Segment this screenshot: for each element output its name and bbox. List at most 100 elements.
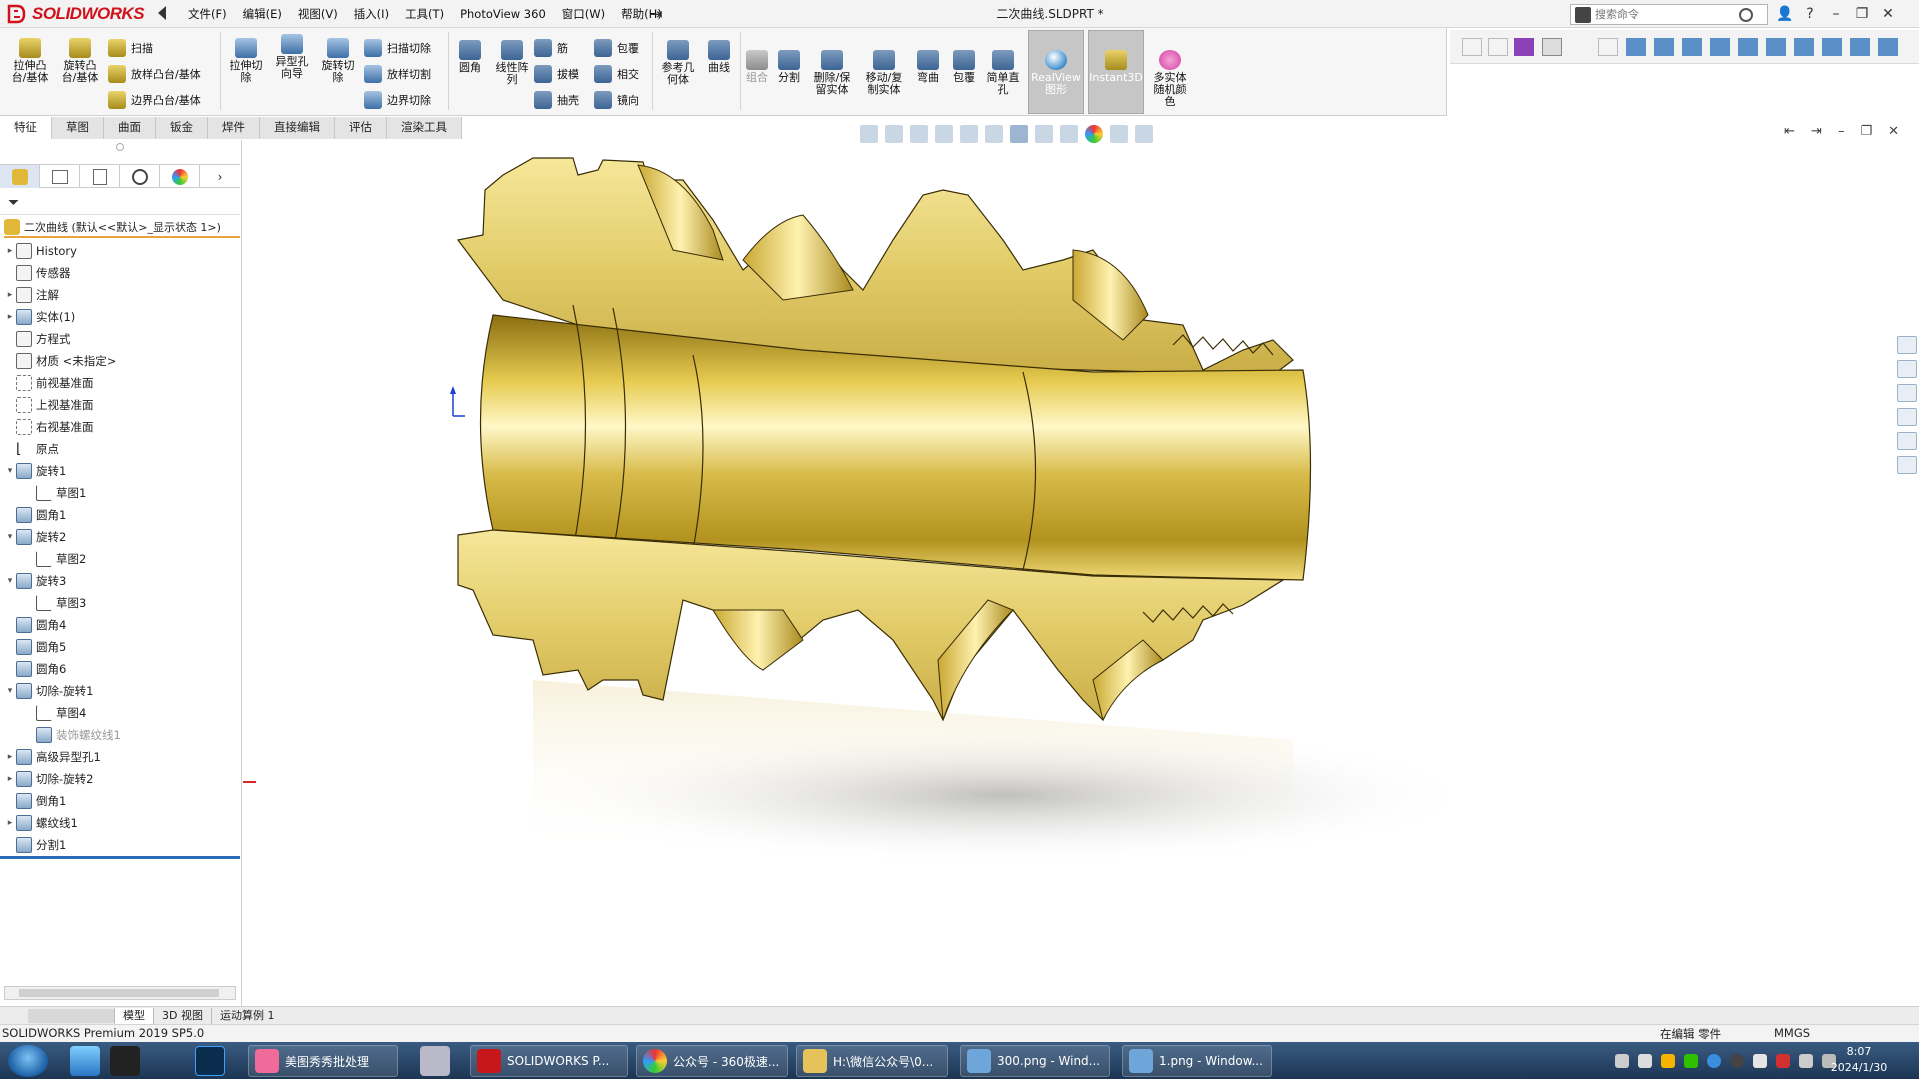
tree-item[interactable]: 前视基准面 [0, 372, 240, 394]
tree-item[interactable]: ▾ 旋转1 [0, 460, 240, 482]
status-units[interactable]: MMGS [1774, 1026, 1810, 1040]
solidworks-logo[interactable]: SOLIDWORKS [6, 3, 145, 25]
revolve-cut-button[interactable]: 旋转切 除 [316, 38, 360, 84]
menu-tools[interactable]: 工具(T) [397, 0, 452, 28]
expand-toggle-icon[interactable]: ▾ [4, 686, 16, 696]
simple-hole-button[interactable]: 简单直 孔 [982, 50, 1024, 96]
filter-icon[interactable] [1462, 38, 1482, 56]
display-icon[interactable] [1135, 125, 1153, 143]
fillet-button[interactable]: 圆角 [452, 40, 488, 74]
menu-insert[interactable]: 插入(I) [346, 0, 397, 28]
minimize-icon[interactable]: – [1828, 6, 1844, 22]
taskbar-app-explorer[interactable]: H:\微信公众号\0... [796, 1045, 948, 1077]
wrap-button[interactable]: 包覆 [594, 38, 639, 58]
expand-toggle-icon[interactable]: ▾ [4, 532, 16, 542]
tab-features[interactable]: 特征 [0, 117, 52, 139]
revolve-boss-button[interactable]: 旋转凸 台/基体 [58, 38, 102, 84]
pin-icon[interactable]: ⇥ [650, 5, 663, 23]
extrude-cut-button[interactable]: 拉伸切 除 [224, 38, 268, 84]
security-icon[interactable] [1753, 1054, 1767, 1068]
tab-model[interactable]: 模型 [114, 1007, 153, 1024]
appearances-icon[interactable] [1897, 432, 1917, 450]
viewport-restore-icon[interactable]: ❐ [1860, 124, 1872, 139]
start-button[interactable] [8, 1045, 48, 1077]
wechat-icon[interactable] [1684, 1054, 1698, 1068]
tree-item[interactable]: 倒角1 [0, 790, 240, 812]
boundary-boss-button[interactable]: 边界凸台/基体 [108, 90, 201, 110]
filter-edges-icon[interactable] [1598, 38, 1618, 56]
tree-item[interactable]: ▾ 旋转2 [0, 526, 240, 548]
color-tray-icon[interactable] [1661, 1054, 1675, 1068]
menu-edit[interactable]: 编辑(E) [235, 0, 290, 28]
tab-motion-study[interactable]: 运动算例 1 [210, 1007, 283, 1024]
antivirus-icon[interactable] [1776, 1054, 1790, 1068]
expand-toggle-icon[interactable]: ▸ [4, 774, 16, 784]
viewport-expand-icon[interactable]: ⇥ [1811, 124, 1822, 139]
filter-vertices-icon[interactable] [1626, 38, 1646, 56]
taskbar-app-360browser[interactable]: 公众号 - 360极速... [636, 1045, 788, 1077]
wrap2-button[interactable]: 包覆 [948, 50, 980, 84]
tree-item[interactable]: ▸ 螺纹线1 [0, 812, 240, 834]
pen-icon[interactable] [1638, 1054, 1652, 1068]
realview-button[interactable]: RealView 图形 [1030, 50, 1082, 96]
filter-planes-icon[interactable] [1766, 38, 1786, 56]
tree-item[interactable]: 右视基准面 [0, 416, 240, 438]
app-pinned-icon-1[interactable] [70, 1046, 100, 1076]
restore-icon[interactable]: ❐ [1854, 6, 1870, 22]
menu-photoview[interactable]: PhotoView 360 [452, 0, 554, 28]
viewport-close-icon[interactable]: ✕ [1888, 124, 1899, 139]
tab-sketch[interactable]: 草图 [52, 117, 104, 139]
rib-button[interactable]: 筋 [534, 38, 568, 58]
search-icon[interactable] [1739, 7, 1753, 22]
tab-weldments[interactable]: 焊件 [208, 117, 260, 139]
reference-geometry-button[interactable]: 参考几 何体 [656, 40, 700, 86]
delete-keep-body-button[interactable]: 删除/保 留实体 [808, 50, 856, 96]
tree-item[interactable]: 分割1 [0, 834, 240, 856]
intersect-button[interactable]: 相交 [594, 64, 639, 84]
expand-toggle-icon[interactable]: ▸ [4, 818, 16, 828]
tree-item[interactable]: ⌊ 原点 [0, 438, 240, 460]
loft-cut-button[interactable]: 放样切割 [364, 64, 431, 84]
filter-axes-icon[interactable] [1738, 38, 1758, 56]
display-style-icon[interactable] [1010, 125, 1028, 143]
loft-button[interactable]: 放样凸台/基体 [108, 64, 201, 84]
boundary-cut-button[interactable]: 边界切除 [364, 90, 431, 110]
tree-item[interactable]: 草图2 [0, 548, 240, 570]
tab-property-manager[interactable] [40, 165, 80, 188]
tree-item[interactable]: 圆角6 [0, 658, 240, 680]
menu-file[interactable]: 文件(F) [180, 0, 235, 28]
tree-root-part[interactable]: 二次曲线 (默认<<默认>_显示状态 1>) [4, 218, 240, 238]
tree-item[interactable]: 圆角5 [0, 636, 240, 658]
horizontal-scrollbar[interactable] [4, 986, 236, 1000]
tree-item[interactable]: ▸ 切除-旋转2 [0, 768, 240, 790]
part-model-3d[interactable] [243, 140, 1919, 1006]
tab-feature-manager[interactable] [0, 165, 40, 188]
filter-solids-icon[interactable] [1682, 38, 1702, 56]
tree-item[interactable]: ▸ 实体(1) [0, 306, 240, 328]
flex-button[interactable]: 弯曲 [912, 50, 944, 84]
taskbar-clock[interactable]: 8:07 2024/1/30 [1826, 1044, 1892, 1076]
keyboard-icon[interactable] [1615, 1054, 1629, 1068]
taskbar-app-solidworks[interactable]: SOLIDWORKS P... [470, 1045, 628, 1077]
viewport-minimize-icon[interactable]: – [1838, 124, 1845, 139]
close-icon[interactable]: ✕ [1880, 6, 1896, 22]
view-orientation-icon[interactable] [985, 125, 1003, 143]
tree-item[interactable]: 草图3 [0, 592, 240, 614]
tree-item[interactable]: ▾ 旋转3 [0, 570, 240, 592]
taskbar-app-image-300[interactable]: 300.png - Wind... [960, 1045, 1110, 1077]
edit-appearance-icon[interactable] [1060, 125, 1078, 143]
help-icon[interactable]: ? [1802, 6, 1818, 22]
tree-item[interactable]: 草图1 [0, 482, 240, 504]
split-button[interactable]: 分割 [774, 50, 804, 84]
scrollbar-thumb[interactable] [19, 989, 219, 997]
combine-button[interactable]: 组合 [742, 50, 772, 84]
extrude-boss-button[interactable]: 拉伸凸 台/基体 [8, 38, 52, 84]
app-pinned-icon-2[interactable] [110, 1046, 140, 1076]
tab-dimxpert-manager[interactable] [120, 165, 160, 188]
expand-toggle-icon[interactable]: ▾ [4, 466, 16, 476]
mirror-button[interactable]: 镜向 [594, 90, 639, 110]
dynamic-annotation-icon[interactable] [960, 125, 978, 143]
expand-toggle-icon[interactable]: ▸ [4, 312, 16, 322]
expand-toggle-icon[interactable]: ▸ [4, 752, 16, 762]
filter-points-icon[interactable] [1878, 38, 1898, 56]
